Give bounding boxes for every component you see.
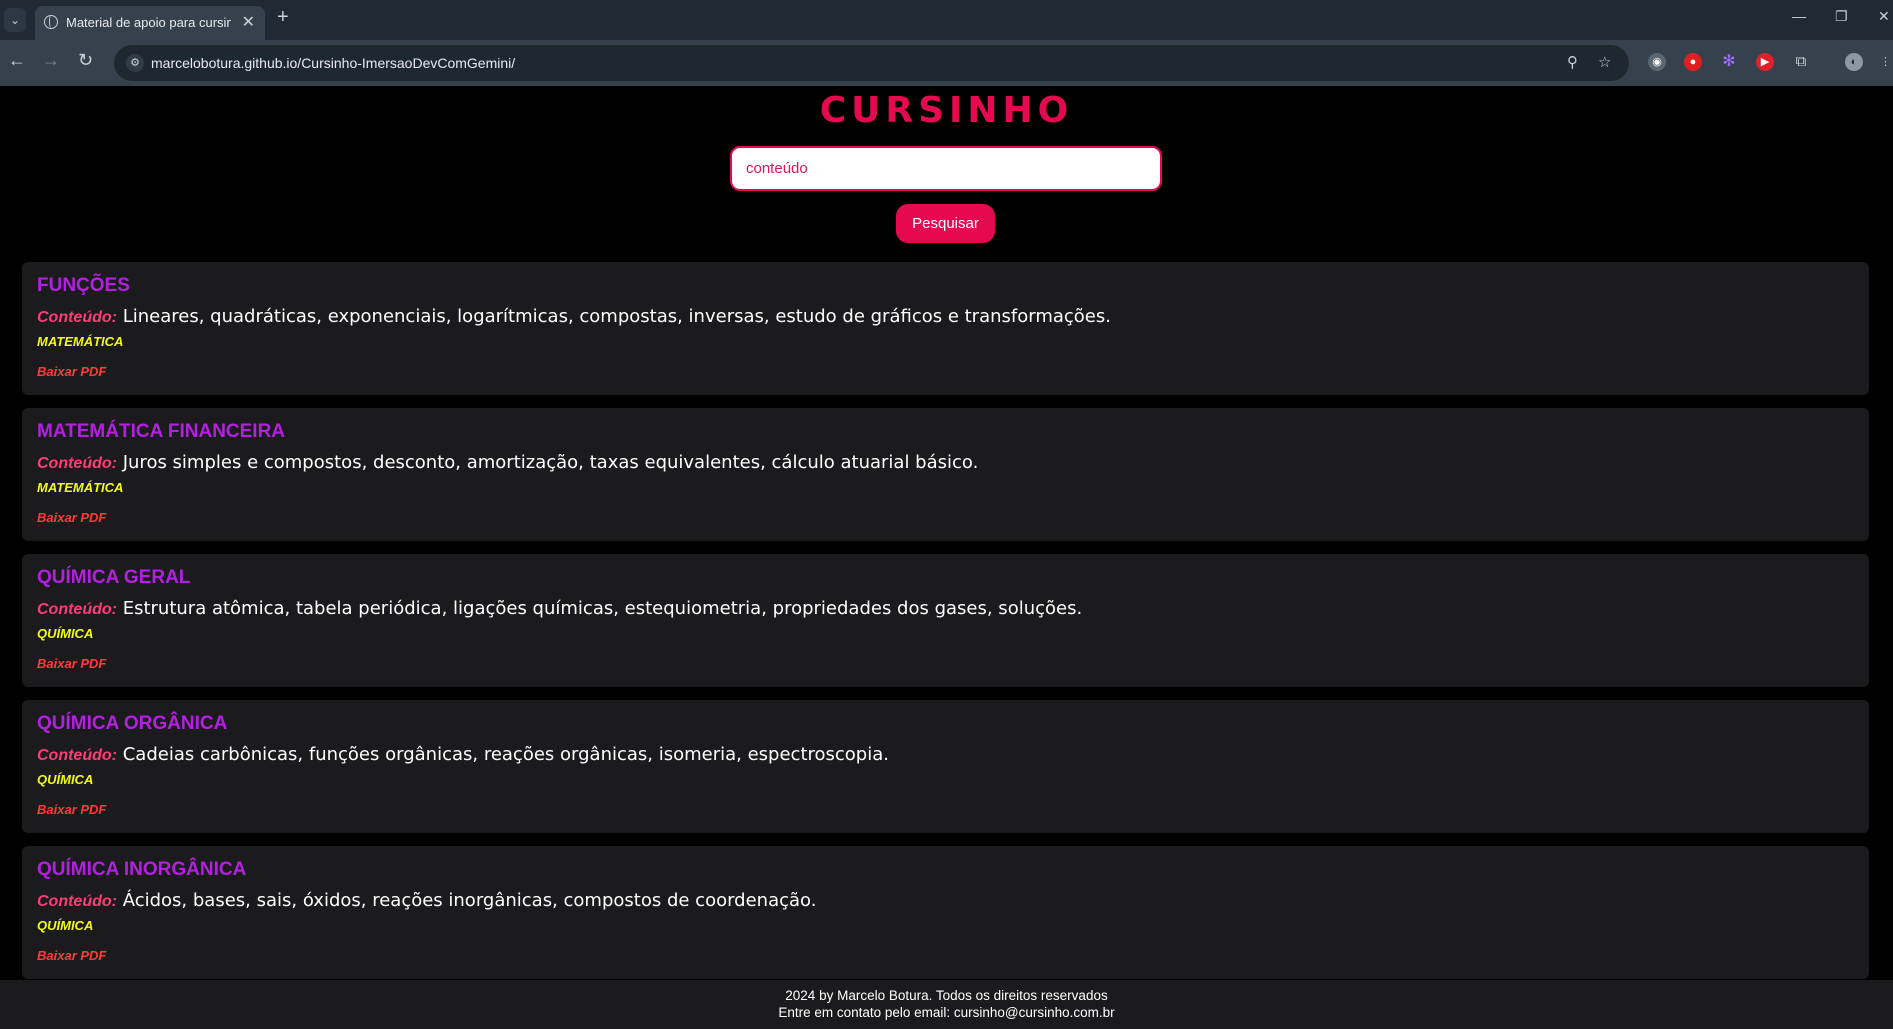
subject-tag: QUÍMICA — [37, 626, 94, 641]
contact-email-text: Entre em contato pelo email: cursinho@cu… — [778, 1005, 1115, 1020]
browser-menu-icon[interactable]: ⋮ — [1880, 53, 1891, 71]
gear-extension-icon[interactable]: ✻ — [1720, 53, 1738, 71]
content-label: Conteúdo: — [37, 893, 117, 910]
site-info-icon[interactable]: ⚙ — [126, 54, 144, 72]
page-content: CURSINHO Pesquisar FUNÇÕES Conteúdo: Lin… — [0, 86, 1893, 1029]
close-tab-icon[interactable]: ✕ — [242, 12, 255, 32]
content-label: Conteúdo: — [37, 601, 117, 618]
back-icon[interactable]: ← — [8, 50, 26, 71]
card-description: Conteúdo: Juros simples e compostos, des… — [37, 452, 1837, 473]
globe-icon — [44, 15, 58, 29]
window-close-icon[interactable]: ✕ — [1878, 8, 1890, 25]
card-description: Conteúdo: Cadeias carbônicas, funções or… — [37, 744, 1837, 765]
zoom-icon[interactable]: ⚲ — [1567, 53, 1578, 71]
browser-tab-active[interactable]: Material de apoio para cursinho ✕ — [35, 6, 265, 40]
subject-tag: QUÍMICA — [37, 918, 94, 933]
subject-tag: MATEMÁTICA — [37, 334, 124, 349]
tab-title: Material de apoio para cursinho — [66, 15, 231, 30]
footer: 2024 by Marcelo Botura. Todos os direito… — [0, 980, 1893, 1029]
restore-icon[interactable]: ❐ — [1835, 8, 1848, 25]
card-title-link[interactable]: MATEMÁTICA FINANCEIRA — [37, 421, 285, 443]
subject-tag: MATEMÁTICA — [37, 480, 124, 495]
content-label: Conteúdo: — [37, 309, 117, 326]
download-pdf-link[interactable]: Baixar PDF — [37, 656, 106, 671]
url-text[interactable]: marcelobotura.github.io/Cursinho-Imersao… — [151, 55, 515, 71]
card-title-link[interactable]: QUÍMICA ORGÂNICA — [37, 713, 227, 735]
content-text: Juros simples e compostos, desconto, amo… — [122, 452, 979, 473]
red-extension-icon[interactable]: ● — [1684, 53, 1702, 71]
extensions-puzzle-icon[interactable]: ⧉ — [1792, 53, 1810, 71]
card-description: Conteúdo: Lineares, quadráticas, exponen… — [37, 306, 1837, 327]
page-title: CURSINHO — [819, 90, 1074, 131]
reload-icon[interactable]: ↻ — [78, 50, 93, 71]
bookmark-star-icon[interactable]: ☆ — [1598, 53, 1611, 71]
new-tab-icon[interactable]: + — [277, 6, 289, 29]
content-text: Ácidos, bases, sais, óxidos, reações ino… — [122, 890, 817, 911]
download-pdf-link[interactable]: Baixar PDF — [37, 364, 106, 379]
copyright-text: 2024 by Marcelo Botura. Todos os direito… — [785, 988, 1108, 1003]
card-title-link[interactable]: QUÍMICA GERAL — [37, 567, 190, 589]
tab-search-icon[interactable]: ⌄ — [4, 8, 26, 32]
material-card: MATEMÁTICA FINANCEIRA Conteúdo: Juros si… — [22, 408, 1869, 541]
content-text: Estrutura atômica, tabela periódica, lig… — [122, 598, 1083, 619]
minimize-icon[interactable]: — — [1792, 8, 1806, 24]
material-card: QUÍMICA INORGÂNICA Conteúdo: Ácidos, bas… — [22, 846, 1869, 979]
address-bar[interactable]: ⚙ marcelobotura.github.io/Cursinho-Imers… — [114, 45, 1629, 81]
card-title-link[interactable]: QUÍMICA INORGÂNICA — [37, 859, 246, 881]
card-title-link[interactable]: FUNÇÕES — [37, 275, 130, 297]
content-text: Cadeias carbônicas, funções orgânicas, r… — [122, 744, 889, 765]
download-pdf-link[interactable]: Baixar PDF — [37, 948, 106, 963]
content-text: Lineares, quadráticas, exponenciais, log… — [122, 306, 1111, 327]
download-pdf-link[interactable]: Baixar PDF — [37, 802, 106, 817]
browser-tab-strip: ⌄ Material de apoio para cursinho ✕ + — … — [0, 0, 1893, 40]
download-pdf-link[interactable]: Baixar PDF — [37, 510, 106, 525]
browser-toolbar: ← → ↻ ⚙ marcelobotura.github.io/Cursinho… — [0, 40, 1893, 86]
subject-tag: QUÍMICA — [37, 772, 94, 787]
profile-avatar-icon[interactable]: ◐ — [1845, 53, 1863, 71]
camera-extension-icon[interactable]: ◉ — [1648, 53, 1666, 71]
content-label: Conteúdo: — [37, 747, 117, 764]
search-button[interactable]: Pesquisar — [896, 204, 995, 243]
youtube-extension-icon[interactable]: ▶ — [1756, 53, 1774, 71]
forward-icon[interactable]: → — [42, 50, 60, 71]
material-card: FUNÇÕES Conteúdo: Lineares, quadráticas,… — [22, 262, 1869, 395]
search-input[interactable] — [730, 146, 1162, 191]
material-card: QUÍMICA GERAL Conteúdo: Estrutura atômic… — [22, 554, 1869, 687]
material-card: QUÍMICA ORGÂNICA Conteúdo: Cadeias carbô… — [22, 700, 1869, 833]
card-description: Conteúdo: Ácidos, bases, sais, óxidos, r… — [37, 890, 1837, 911]
card-description: Conteúdo: Estrutura atômica, tabela peri… — [37, 598, 1837, 619]
content-label: Conteúdo: — [37, 455, 117, 472]
